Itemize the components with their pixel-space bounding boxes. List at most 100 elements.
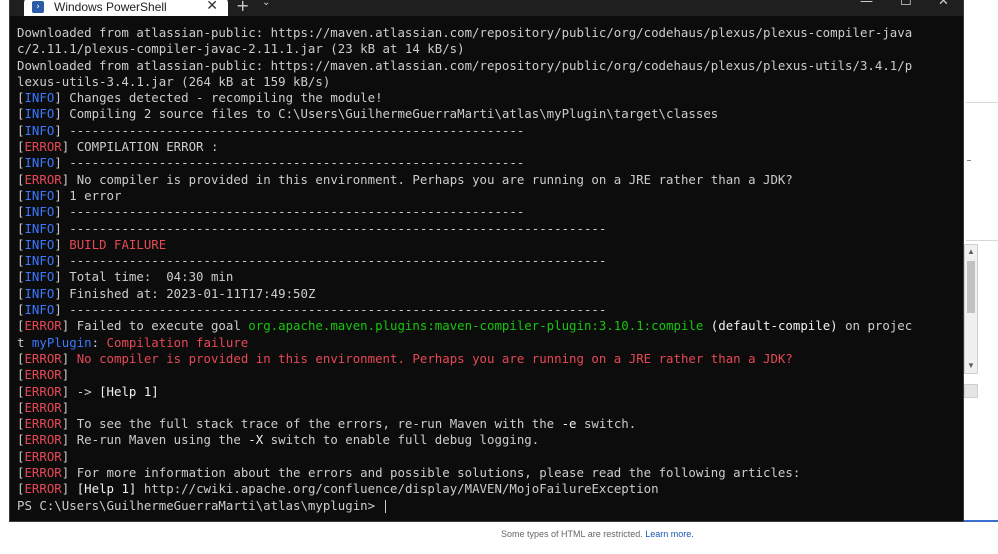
hint-text: Some types of HTML are restricted.: [501, 529, 645, 539]
console-line: Downloaded from atlassian-public: https:…: [17, 25, 957, 41]
console-line: [ERROR] No compiler is provided in this …: [17, 351, 957, 367]
console-segment: on projec: [838, 318, 913, 333]
console-segment: ERROR: [24, 139, 61, 154]
text-cursor: [385, 500, 386, 513]
console-segment: switch.: [577, 416, 637, 431]
console-line: [INFO] Changes detected - recompiling th…: [17, 90, 957, 106]
background-divider: [966, 102, 998, 103]
console-line: [ERROR] -> [Help 1]: [17, 384, 957, 400]
console-segment: ] Finished at: 2023-01-11T17:49:50Z: [54, 286, 315, 301]
console-line: [INFO] ---------------------------------…: [17, 253, 957, 269]
title-bar[interactable]: › Windows PowerShell ✕ + ⌄ — ☐ ✕: [10, 0, 963, 16]
scroll-down-icon[interactable]: ▼: [966, 361, 976, 371]
close-tab-icon[interactable]: ✕: [206, 0, 218, 14]
tab-title: Windows PowerShell: [54, 0, 167, 14]
console-segment: ] --------------------------------------…: [54, 155, 524, 170]
console-line: [ERROR] [Help 1] http://cwiki.apache.org…: [17, 481, 957, 497]
console-line: lexus-utils-3.4.1.jar (264 kB at 159 kB/…: [17, 74, 957, 90]
console-segment: Downloaded from atlassian-public: https:…: [17, 25, 912, 40]
console-segment: ] Total time: 04:30 min: [54, 269, 233, 284]
console-segment: INFO: [24, 188, 54, 203]
console-segment: ERROR: [24, 400, 61, 415]
console-line: [ERROR] Failed to execute goal org.apach…: [17, 318, 957, 334]
console-segment: INFO: [24, 302, 54, 317]
console-segment: INFO: [24, 269, 54, 284]
prompt-line[interactable]: PS C:\Users\GuilhermeGuerraMarti\atlas\m…: [17, 498, 957, 514]
background-scrollbar[interactable]: ▲ ▼: [964, 244, 978, 374]
console-segment: INFO: [24, 204, 54, 219]
chevron-down-icon[interactable]: ⌄: [262, 0, 270, 8]
console-segment: ] For more information about the errors …: [62, 465, 801, 480]
console-line: c/2.11.1/plexus-compiler-javac-2.11.1.ja…: [17, 41, 957, 57]
console-segment: ] --------------------------------------…: [54, 221, 606, 236]
console-segment: INFO: [24, 253, 54, 268]
console-line: [INFO] ---------------------------------…: [17, 302, 957, 318]
console-line: [INFO] Compiling 2 source files to C:\Us…: [17, 106, 957, 122]
console-segment: ]: [62, 449, 69, 464]
console-segment: -e: [562, 416, 577, 431]
console-segment: [Help 1]: [99, 384, 159, 399]
console-segment: org.apache.maven.plugins:maven-compiler-…: [248, 318, 703, 333]
console-segment: INFO: [24, 237, 54, 252]
console-segment: INFO: [24, 123, 54, 138]
close-window-button[interactable]: ✕: [938, 0, 949, 9]
console-segment: (default-compile): [703, 318, 837, 333]
console-segment: http://cwiki.apache.org/confluence/displ…: [136, 481, 658, 496]
console-segment: ] 1 error: [54, 188, 121, 203]
console-segment: ERROR: [24, 318, 61, 333]
html-restriction-hint: Some types of HTML are restricted. Learn…: [501, 529, 694, 539]
background-dash: [967, 160, 971, 161]
console-segment: ]: [62, 367, 69, 382]
console-line: [INFO] ---------------------------------…: [17, 221, 957, 237]
console-segment: ] COMPILATION ERROR :: [62, 139, 219, 154]
console-segment: ] Re-run Maven using the: [62, 432, 249, 447]
console-segment: lexus-utils-3.4.1.jar (264 kB at 159 kB/…: [17, 74, 330, 89]
console-segment: ] To see the full stack trace of the err…: [62, 416, 562, 431]
console-line: [INFO] BUILD FAILURE: [17, 237, 957, 253]
console-line: [INFO] ---------------------------------…: [17, 155, 957, 171]
console-segment: No compiler is provided in this environm…: [77, 351, 793, 366]
console-segment: t: [17, 335, 32, 350]
console-line: [INFO] Total time: 04:30 min: [17, 269, 957, 285]
console-line: [ERROR] COMPILATION ERROR :: [17, 139, 957, 155]
console-segment: ]: [62, 351, 77, 366]
console-segment: myPlugin: [32, 335, 92, 350]
tab-windows-powershell[interactable]: › Windows PowerShell ✕: [24, 0, 228, 16]
console-line: t myPlugin: Compilation failure: [17, 335, 957, 351]
console-segment: ERROR: [24, 367, 61, 382]
console-segment: ] Failed to execute goal: [62, 318, 249, 333]
console-segment: ERROR: [24, 465, 61, 480]
powershell-icon: ›: [32, 1, 44, 13]
console-segment: switch to enable full debug logging.: [263, 432, 539, 447]
new-tab-button[interactable]: +: [236, 0, 249, 15]
background-divider: [966, 240, 998, 241]
console-segment: ] --------------------------------------…: [54, 302, 606, 317]
scroll-up-icon[interactable]: ▲: [966, 247, 976, 257]
console-line: [INFO] ---------------------------------…: [17, 123, 957, 139]
console-line: [ERROR]: [17, 449, 957, 465]
console-line: [ERROR] For more information about the e…: [17, 465, 957, 481]
console-segment: ]: [62, 481, 77, 496]
console-segment: ] --------------------------------------…: [54, 253, 606, 268]
minimize-button[interactable]: —: [860, 0, 873, 9]
console-segment: ERROR: [24, 384, 61, 399]
console-segment: [Help 1]: [77, 481, 137, 496]
console-segment: ]: [54, 237, 69, 252]
powershell-window[interactable]: › Windows PowerShell ✕ + ⌄ — ☐ ✕ Downloa…: [9, 0, 964, 522]
console-line: [ERROR] No compiler is provided in this …: [17, 172, 957, 188]
console-segment: :: [92, 335, 107, 350]
console-segment: ERROR: [24, 432, 61, 447]
console-segment: ERROR: [24, 481, 61, 496]
scrollbar-thumb[interactable]: [967, 261, 975, 313]
maximize-button[interactable]: ☐: [900, 0, 912, 9]
console-output[interactable]: Downloaded from atlassian-public: https:…: [17, 25, 957, 514]
console-segment: ] Changes detected - recompiling the mod…: [54, 90, 382, 105]
console-line: [INFO] Finished at: 2023-01-11T17:49:50Z: [17, 286, 957, 302]
console-segment: ERROR: [24, 351, 61, 366]
console-segment: ] ->: [62, 384, 99, 399]
console-segment: -X: [248, 432, 263, 447]
learn-more-link[interactable]: Learn more.: [645, 529, 694, 539]
console-segment: ] --------------------------------------…: [54, 123, 524, 138]
console-line: [INFO] 1 error: [17, 188, 957, 204]
console-segment: BUILD FAILURE: [69, 237, 166, 252]
